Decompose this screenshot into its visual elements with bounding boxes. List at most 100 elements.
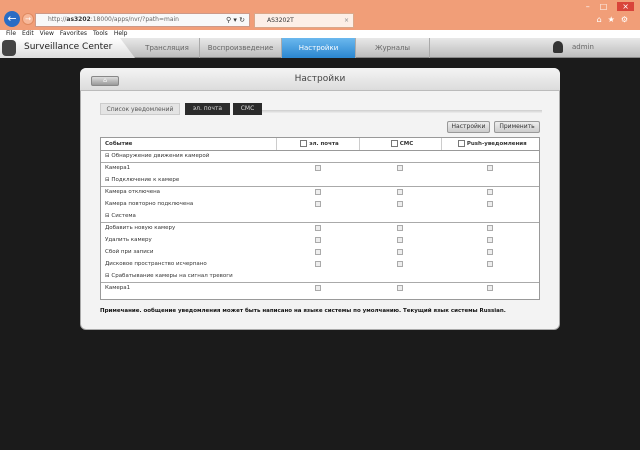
forward-button[interactable]: → — [22, 13, 34, 25]
push-checkbox[interactable] — [487, 165, 493, 171]
email-cell — [276, 234, 359, 246]
group-name: Обнаружение движения камерой — [111, 153, 210, 159]
table-row: Камера отключена — [101, 186, 539, 198]
camera-logo-icon — [2, 40, 16, 56]
push-checkbox[interactable] — [487, 200, 493, 207]
event-name: Дисковое пространство исчерпано — [105, 261, 207, 267]
minimize-button[interactable]: – — [586, 2, 590, 11]
email-cell — [276, 162, 359, 174]
sms-cell — [359, 162, 441, 174]
home-favorites-tools-icons[interactable]: ⌂★⚙ — [597, 15, 634, 24]
table-row: Камера1 — [101, 282, 539, 294]
event-name: Сбой при записи — [105, 249, 154, 255]
close-button[interactable]: × — [617, 2, 634, 11]
email-checkbox[interactable] — [314, 225, 321, 231]
email-cell — [276, 282, 359, 294]
sms-all-checkbox[interactable] — [390, 140, 398, 148]
group-row[interactable]: ⊟ Срабатывание камеры на сигнал тревоги — [101, 270, 539, 283]
sms-checkbox[interactable] — [397, 225, 403, 231]
sms-checkbox[interactable] — [397, 165, 403, 171]
sms-checkbox[interactable] — [397, 189, 403, 195]
push-checkbox[interactable] — [487, 260, 493, 267]
push-checkbox[interactable] — [487, 236, 493, 243]
email-checkbox[interactable] — [314, 260, 321, 267]
collapse-icon[interactable]: ⊟ — [105, 177, 110, 183]
event-name: Добавить новую камеру — [105, 225, 176, 232]
email-all-checkbox[interactable] — [300, 140, 308, 148]
address-controls[interactable]: ⚲ ▾ ↻ — [226, 13, 245, 27]
back-button[interactable]: ← — [4, 11, 20, 27]
menu-bar: File Edit View Favorites Tools Help — [0, 30, 640, 38]
col-email: эл. почта — [276, 138, 360, 151]
group-label: ⊟ Подключение к камере — [101, 174, 539, 187]
panel-title: Настройки — [294, 74, 346, 84]
email-checkbox[interactable] — [314, 236, 321, 243]
event-name: Камера1 — [105, 165, 131, 172]
email-checkbox[interactable] — [314, 285, 321, 291]
group-row[interactable]: ⊟ Система — [101, 210, 539, 223]
sms-cell — [359, 234, 441, 246]
table-row: Добавить новую камеру — [101, 222, 539, 234]
note-text: Примечание. ообщение уведомления может б… — [100, 308, 506, 314]
sms-checkbox[interactable] — [397, 248, 403, 255]
group-row[interactable]: ⊟ Обнаружение движения камерой — [101, 150, 539, 163]
push-checkbox[interactable] — [487, 248, 493, 255]
nav-settings[interactable]: Настройки — [282, 38, 356, 58]
email-checkbox[interactable] — [314, 248, 321, 255]
push-cell — [441, 282, 539, 294]
email-checkbox[interactable] — [314, 200, 321, 207]
tab-notification-list[interactable]: Список уведомлений — [100, 103, 180, 115]
table-row: Камера1 — [101, 162, 539, 174]
settings-button[interactable]: Настройки — [447, 121, 490, 133]
address-bar[interactable]: http://as3202:18000/apps/nvr/?path=main — [35, 13, 250, 27]
username[interactable]: admin — [572, 43, 594, 51]
sms-checkbox[interactable] — [397, 236, 403, 243]
nav-live[interactable]: Трансляция — [135, 38, 200, 58]
sms-cell — [359, 186, 441, 198]
collapse-icon[interactable]: ⊟ — [105, 153, 110, 159]
maximize-button[interactable]: □ — [600, 2, 608, 11]
sms-checkbox[interactable] — [397, 200, 403, 207]
url-host: as3202 — [66, 16, 91, 23]
push-checkbox[interactable] — [487, 189, 493, 195]
nav-logs[interactable]: Журналы — [356, 38, 430, 58]
table-row: Удалить камеру — [101, 234, 539, 246]
table-row: Сбой при записи — [101, 246, 539, 258]
menu-edit[interactable]: Edit — [22, 30, 34, 37]
event-name: Камера отключена — [105, 189, 161, 196]
col-event: Событие — [101, 138, 277, 151]
menu-file[interactable]: File — [6, 30, 16, 37]
email-checkbox[interactable] — [314, 165, 321, 171]
nav-playback[interactable]: Воспроизведение — [200, 38, 282, 58]
sms-checkbox[interactable] — [397, 260, 403, 267]
menu-view[interactable]: View — [40, 30, 54, 37]
sms-cell — [359, 282, 441, 294]
group-row[interactable]: ⊟ Подключение к камере — [101, 174, 539, 187]
sms-checkbox[interactable] — [397, 285, 403, 291]
email-checkbox[interactable] — [314, 189, 321, 195]
push-cell — [441, 198, 539, 210]
collapse-icon[interactable]: ⊟ — [105, 273, 110, 279]
email-cell — [276, 258, 359, 270]
push-checkbox[interactable] — [487, 225, 493, 231]
group-label: ⊟ Система — [101, 210, 539, 223]
menu-favorites[interactable]: Favorites — [60, 30, 87, 37]
group-label: ⊟ Срабатывание камеры на сигнал тревоги — [101, 270, 539, 283]
browser-tab[interactable]: AS3202T × — [254, 13, 354, 28]
group-name: Система — [111, 212, 136, 219]
push-cell — [441, 234, 539, 246]
menu-tools[interactable]: Tools — [93, 30, 108, 37]
push-all-checkbox[interactable] — [457, 140, 465, 148]
tab-close-icon[interactable]: × — [344, 14, 349, 27]
push-cell — [441, 246, 539, 258]
push-cell — [441, 258, 539, 270]
col-sms: СМС — [359, 138, 442, 151]
apply-button[interactable]: Применить — [494, 121, 540, 133]
collapse-icon[interactable]: ⊟ — [105, 213, 110, 219]
push-checkbox[interactable] — [487, 285, 493, 291]
sms-cell — [359, 198, 441, 210]
menu-help[interactable]: Help — [114, 30, 128, 37]
notification-table: Событие эл. почта СМС Push-уведомления ⊟… — [100, 137, 540, 300]
tab-sms[interactable]: СМС — [233, 103, 262, 115]
tab-email[interactable]: эл. почта — [185, 103, 230, 115]
